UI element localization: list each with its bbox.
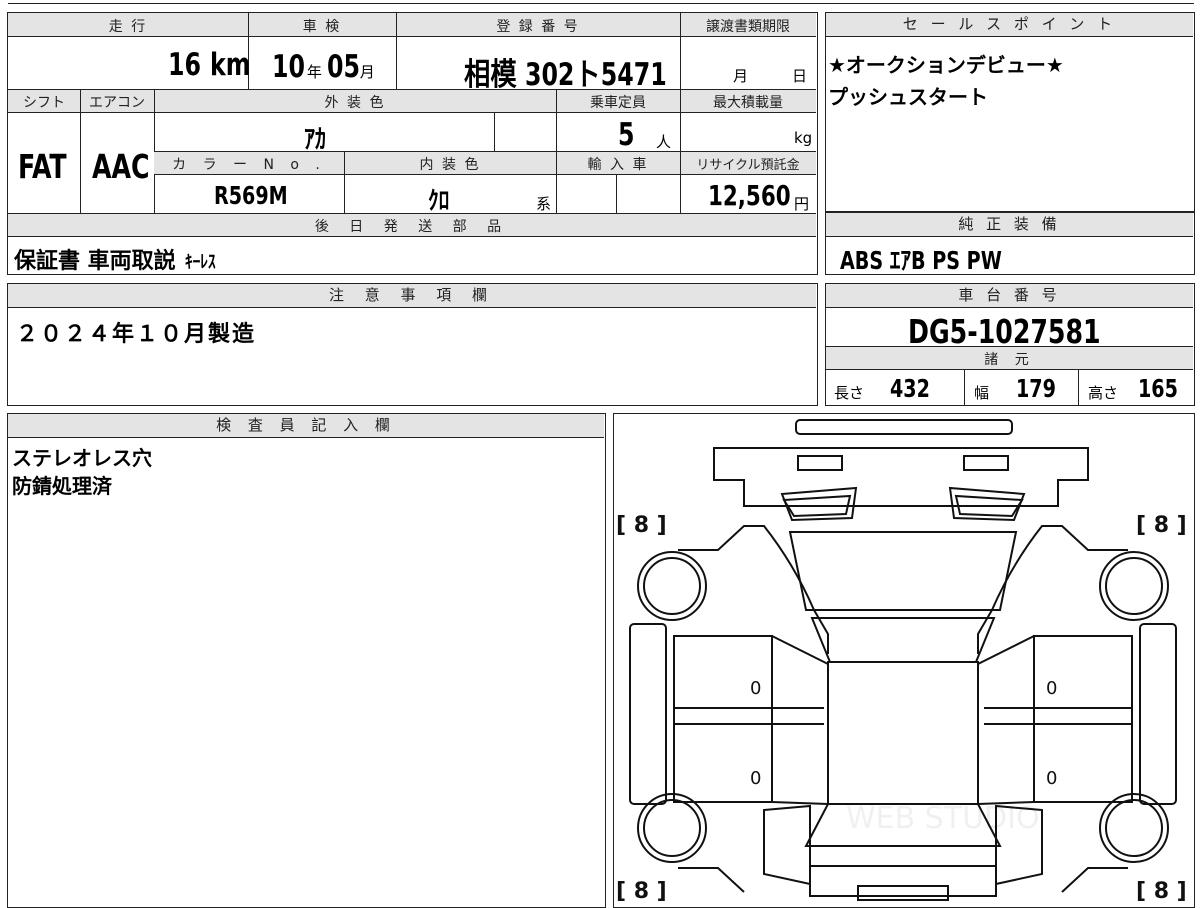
load-unit: kg: [794, 129, 813, 147]
header-max-load: 最大積載量: [713, 95, 783, 111]
left-front-door-mark: 0: [750, 678, 761, 699]
car-diagram: [ 8 ] [ 8 ] [ 8 ] [ 8 ] 0 0 0 0 WEB STUD…: [616, 419, 1187, 901]
notes-value: ２０２４年１０月製造: [16, 322, 257, 347]
inspector-box: 検 査 員 記 入 欄 ステレオレス穴 防錆処理済: [7, 413, 606, 908]
right-rear-door-mark: 0: [1046, 768, 1057, 789]
recycle-value: 12,560: [708, 179, 791, 212]
vehicle-info-table: 走 行 車 検 登 録 番 号 譲渡書類期限 16 km 10 年 05月 相模 …: [7, 12, 818, 275]
height-value: 165: [1138, 374, 1178, 403]
height-label: 高さ: [1088, 384, 1119, 402]
registration-value: 相模 302ト5471: [464, 57, 667, 93]
capacity-value: 5: [618, 117, 635, 153]
header-inspector: 検 査 員 記 入 欄: [8, 414, 604, 438]
mileage-value: 16 km: [168, 47, 251, 83]
header-specs: 諸 元: [984, 352, 1035, 368]
notes-box: 注 意 事 項 欄 ２０２４年１０月製造: [7, 283, 818, 406]
aircon-value: AAC: [92, 147, 150, 186]
header-shift: シフト: [23, 95, 65, 111]
header-genuine-equipment: 純 正 装 備: [826, 213, 1193, 237]
deadline-day-unit: 日: [792, 67, 808, 85]
genuine-equipment-value: ABS ｴｱB PS PW: [840, 246, 1002, 275]
header-capacity: 乗車定員: [590, 95, 646, 111]
width-label: 幅: [974, 384, 990, 402]
width-value: 179: [1016, 374, 1056, 403]
interior-color-value: ｸﾛ: [428, 186, 450, 215]
header-chassis-no: 車 台 番 号: [826, 284, 1193, 308]
chassis-specs-box: 車 台 番 号 DG5-1027581 諸 元 長さ 432 幅 179 高さ …: [825, 283, 1195, 406]
header-transfer-deadline: 譲渡書類期限: [706, 19, 790, 35]
header-sales-point: セ ー ル ス ポ イ ン ト: [826, 13, 1193, 37]
interior-suffix: 系: [536, 195, 552, 213]
header-exterior-color: 外 装 色: [324, 95, 386, 111]
inspector-line2: 防錆処理済: [12, 474, 112, 498]
header-mileage: 走 行: [108, 19, 148, 35]
header-recycle: リサイクル預託金: [696, 158, 800, 173]
sales-point-box: セ ー ル ス ポ イ ン ト ★オークションデビュー★ プッシュスタート: [825, 12, 1195, 212]
header-notes: 注 意 事 項 欄: [8, 284, 816, 308]
header-aircon: エアコン: [89, 95, 145, 111]
color-no-value: R569M: [214, 181, 288, 210]
right-front-door-mark: 0: [1046, 678, 1057, 699]
rear-right-tire-label: [ 8 ]: [1136, 879, 1187, 901]
header-inspection: 車 検: [302, 19, 342, 35]
sales-point-line2: プッシュスタート: [828, 85, 988, 109]
front-left-tire-label: [ 8 ]: [616, 513, 667, 538]
deadline-month-unit: 月: [733, 67, 749, 85]
capacity-unit: 人: [656, 133, 672, 151]
top-cropped-strip: [0, 0, 1200, 6]
left-rear-door-mark: 0: [750, 768, 761, 789]
length-value: 432: [890, 374, 930, 403]
length-label: 長さ: [834, 384, 865, 402]
recycle-unit: 円: [794, 195, 810, 213]
car-diagram-box: [ 8 ] [ 8 ] [ 8 ] [ 8 ] 0 0 0 0 WEB STUD…: [613, 413, 1195, 908]
inspection-value: 10 年 05月: [272, 49, 375, 85]
genuine-equipment-box: 純 正 装 備 ABS ｴｱB PS PW: [825, 212, 1195, 275]
watermark: WEB STUDIO: [846, 801, 1040, 836]
header-later-parts: 後 日 発 送 部 品: [314, 219, 510, 235]
rear-left-tire-label: [ 8 ]: [616, 879, 667, 901]
shift-value: FAT: [18, 147, 67, 186]
later-parts-value: 保証書 車両取説 ｷｰﾚｽ: [14, 249, 216, 274]
header-import: 輸 入 車: [587, 157, 649, 173]
header-registration: 登 録 番 号: [496, 19, 580, 35]
sales-point-line1: ★オークションデビュー★: [828, 53, 1064, 77]
header-color-no: カ ラ ー N o .: [172, 157, 326, 173]
front-right-tire-label: [ 8 ]: [1136, 513, 1187, 538]
header-interior-color: 内 装 色: [419, 157, 481, 173]
inspector-line1: ステレオレス穴: [12, 446, 152, 470]
